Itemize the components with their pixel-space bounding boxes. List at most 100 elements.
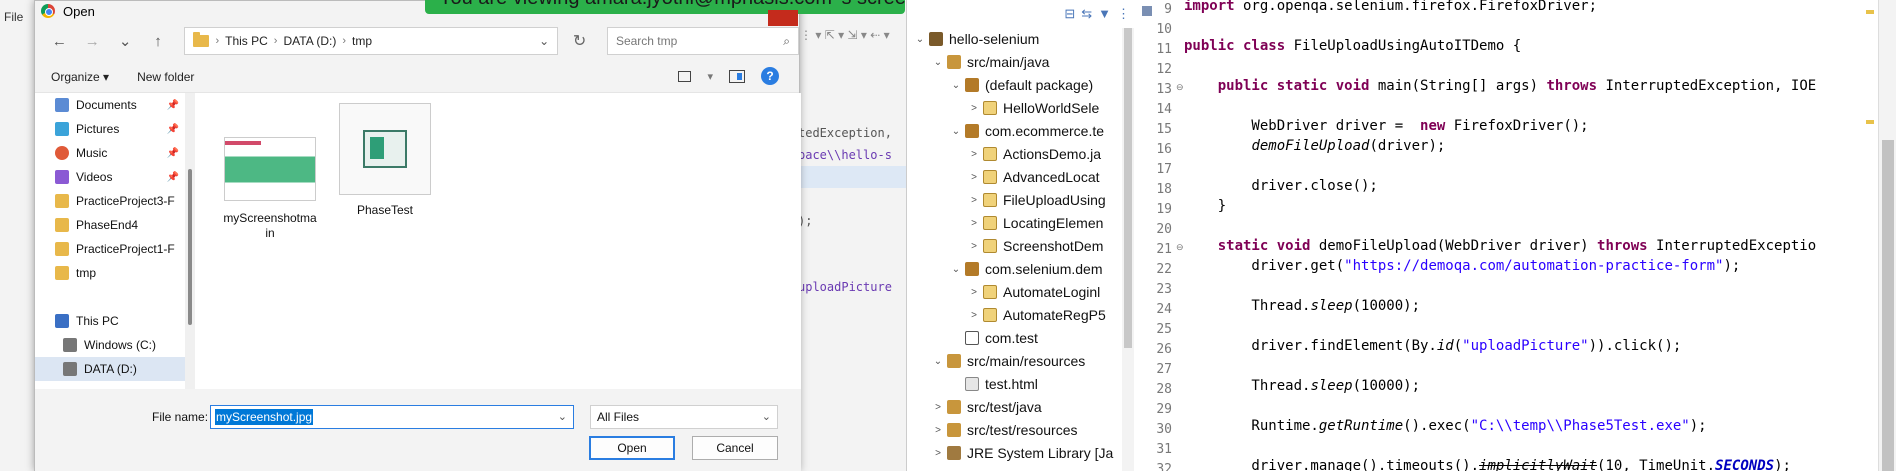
overview-marker[interactable] [1866, 120, 1874, 124]
file-name: myScreenshotma in [223, 211, 317, 240]
expand-icon[interactable]: > [967, 218, 981, 229]
expand-icon[interactable]: > [967, 310, 981, 321]
search-input[interactable]: Search tmp ⌕ [606, 27, 799, 55]
expand-icon[interactable]: > [967, 172, 981, 183]
collapse-icon[interactable]: ⌄ [931, 57, 945, 68]
tree-item[interactable]: ⌄ hello-selenium [913, 28, 1123, 50]
overview-marker[interactable] [1866, 10, 1874, 14]
code-editor[interactable]: 9 10 11 12 13 14 15 16 17 18 19 20 21 22 23 24 25 26 27 28 2… [1134, 0, 1896, 471]
view-menu-icon[interactable]: ⋮ [1117, 6, 1130, 22]
tree-item[interactable]: > HelloWorldSele [967, 97, 1123, 119]
tree-item[interactable]: > AutomateLoginl [967, 281, 1123, 303]
change-view-icon[interactable] [678, 70, 692, 82]
tree-item[interactable]: ⌄ src/main/java [931, 51, 1123, 73]
fold-icon[interactable]: ⊖ [1176, 242, 1184, 253]
address-bar[interactable]: › This PC › DATA (D:) › tmp ⌄ [184, 27, 559, 55]
chevron-down-icon[interactable]: ▾ [707, 70, 713, 83]
close-button[interactable] [768, 10, 798, 26]
line-number: 22 [1156, 262, 1172, 277]
nav-item-phaseend4[interactable]: PhaseEnd4 [35, 213, 185, 237]
ide-menu-file[interactable]: File [4, 10, 23, 24]
tree-item[interactable]: > LocatingElemen [967, 212, 1123, 234]
line-number: 29 [1156, 402, 1172, 417]
tree-item[interactable]: > ScreenshotDem [967, 235, 1123, 257]
tree-item[interactable]: > JRE System Library [Ja [931, 442, 1123, 464]
tree-item[interactable]: ⌄ src/main/resources [931, 350, 1123, 372]
tree-item[interactable]: com.test [949, 327, 1123, 349]
nav-item-music[interactable]: Music 📌 [35, 141, 185, 165]
forward-button[interactable]: → [80, 28, 105, 54]
file-name-input[interactable]: myScreenshot.jpg ⌄ [210, 405, 574, 429]
nav-item-data-d[interactable]: DATA (D:) [35, 357, 185, 381]
nav-item-tmp[interactable]: tmp [35, 261, 185, 285]
organize-button[interactable]: Organize ▾ [51, 70, 109, 84]
nav-item-practiceproject1[interactable]: PracticeProject1-F [35, 237, 185, 261]
filter-icon[interactable]: ▼ [1098, 6, 1111, 22]
new-folder-button[interactable]: New folder [137, 70, 194, 84]
nav-item-documents[interactable]: Documents 📌 [35, 93, 185, 117]
collapse-icon[interactable]: ⌄ [949, 80, 963, 91]
preview-pane-icon[interactable] [729, 69, 745, 83]
tree-item[interactable]: > ActionsDemo.ja [967, 143, 1123, 165]
expand-icon[interactable]: > [931, 425, 945, 436]
collapse-icon[interactable]: ⌄ [931, 356, 945, 367]
breadcrumb-item[interactable]: DATA (D:) [283, 34, 336, 48]
chevron-down-icon[interactable]: ⌄ [539, 34, 549, 48]
file-item-myscreenshotmain[interactable]: myScreenshotma in [215, 137, 325, 241]
tree-item[interactable]: > src/test/resources [931, 419, 1123, 441]
collapse-icon[interactable]: ⌄ [949, 264, 963, 275]
tree-item[interactable]: > FileUploadUsing [967, 189, 1123, 211]
tree-item[interactable]: ⌄ (default package) [949, 74, 1123, 96]
link-editor-icon[interactable]: ⇆ [1081, 6, 1092, 22]
expand-icon[interactable]: > [967, 287, 981, 298]
nav-scrollbar[interactable] [185, 93, 195, 389]
code-line: driver.manage().timeouts().implicitlyWai… [1184, 458, 1791, 471]
breadcrumb-item[interactable]: tmp [352, 34, 372, 48]
editor-scrollbar[interactable] [1878, 0, 1896, 471]
expand-icon[interactable]: > [967, 241, 981, 252]
open-button[interactable]: Open [589, 436, 675, 460]
expand-icon[interactable]: > [931, 448, 945, 459]
expand-icon[interactable]: > [931, 402, 945, 413]
fold-icon[interactable]: ⊖ [1176, 82, 1184, 93]
nav-item-practiceproject3[interactable]: PracticeProject3-F [35, 189, 185, 213]
tree-item[interactable]: > AutomateRegP5 [967, 304, 1123, 326]
tree-item[interactable]: > AdvancedLocat [967, 166, 1123, 188]
expand-icon[interactable]: > [967, 103, 981, 114]
collapse-icon[interactable]: ⌄ [949, 126, 963, 137]
breadcrumb-item[interactable]: This PC [225, 34, 268, 48]
explorer-scrollbar[interactable] [1122, 28, 1134, 471]
expand-icon[interactable]: > [967, 149, 981, 160]
file-item-phasetest[interactable]: PhaseTest [330, 103, 440, 218]
ide-toolbar[interactable]: ⋮ ▾ ⇱ ▾ ⇲ ▾ ⇠ ▾ [800, 28, 906, 50]
tree-item[interactable]: ⌄ com.selenium.dem [949, 258, 1123, 280]
nav-item-pictures[interactable]: Pictures 📌 [35, 117, 185, 141]
chevron-down-icon[interactable]: ⌄ [558, 410, 567, 423]
scrollbar-thumb[interactable] [1882, 140, 1894, 471]
scrollbar-thumb[interactable] [188, 169, 192, 325]
file-type-select[interactable]: All Files ⌄ [590, 405, 778, 429]
help-icon[interactable]: ? [761, 67, 779, 85]
refresh-icon[interactable]: ↻ [566, 31, 593, 51]
file-list: myScreenshotma in PhaseTest [195, 93, 801, 389]
nav-item-this-pc[interactable]: This PC [35, 309, 185, 333]
file-name: PhaseTest [356, 203, 414, 217]
tree-item-label: AutomateLoginl [1003, 284, 1101, 300]
scrollbar-thumb[interactable] [1124, 28, 1132, 348]
up-button[interactable]: ↑ [146, 28, 171, 54]
expand-icon[interactable]: > [967, 195, 981, 206]
collapse-icon[interactable]: ⌄ [913, 34, 927, 45]
pin-icon: 📌 [166, 123, 179, 135]
nav-item-windows-c[interactable]: Windows (C:) [35, 333, 185, 357]
cancel-button[interactable]: Cancel [692, 436, 778, 460]
nav-item-label: Videos [76, 170, 113, 184]
tree-item[interactable]: test.html [949, 373, 1123, 395]
tree-item[interactable]: ⌄ com.ecommerce.te [949, 120, 1123, 142]
collapse-all-icon[interactable]: ⊟ [1064, 6, 1075, 22]
recent-locations-button[interactable]: ⌄ [113, 28, 138, 54]
tree-item[interactable]: > src/test/java [931, 396, 1123, 418]
nav-item-videos[interactable]: Videos 📌 [35, 165, 185, 189]
back-button[interactable]: ← [47, 28, 72, 54]
code-line: Runtime.getRuntime().exec("C:\\temp\\Pha… [1184, 418, 1707, 434]
